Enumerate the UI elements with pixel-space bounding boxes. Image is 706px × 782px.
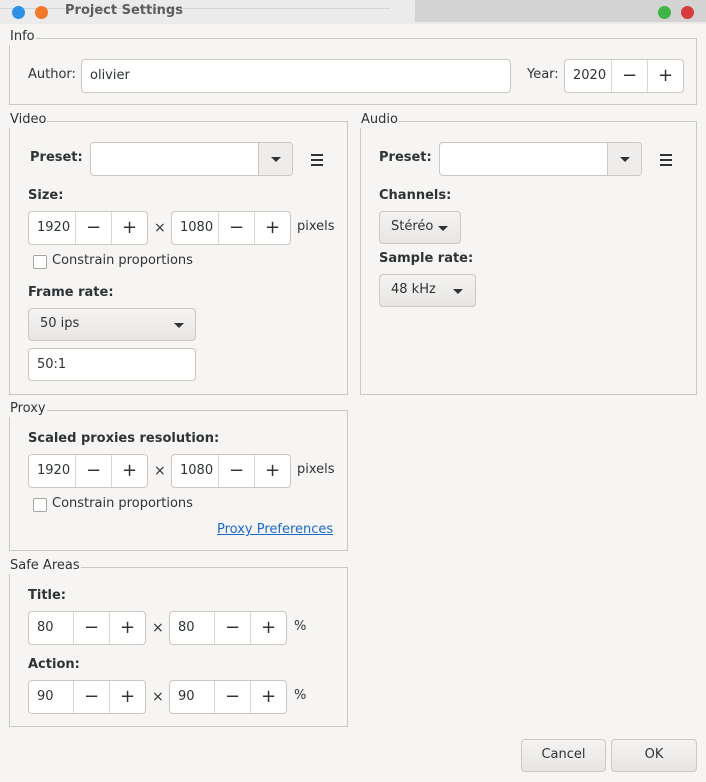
video-size-unit: pixels <box>297 219 335 234</box>
video-preset-combo[interactable] <box>90 142 293 176</box>
safe-title-width-increment-button[interactable]: + <box>109 612 145 644</box>
chevron-down-icon <box>620 157 630 162</box>
proxy-width-value[interactable]: 1920 <box>29 455 75 487</box>
proxy-size-unit: pixels <box>297 462 335 477</box>
proxy-preferences-link[interactable]: Proxy Preferences <box>217 522 333 538</box>
proxy-width-spinbox[interactable]: 1920 − + <box>28 454 148 488</box>
proxy-constrain-label[interactable]: Constrain proportions <box>52 496 193 512</box>
proxy-width-increment-button[interactable]: + <box>111 455 147 487</box>
chevron-down-icon <box>174 323 184 328</box>
safe-action-width-spinbox[interactable]: 90 − + <box>28 680 146 714</box>
safe-title-width-value[interactable]: 80 <box>29 612 73 644</box>
video-size-label: Size: <box>28 188 64 203</box>
safe-action-height-decrement-button[interactable]: − <box>214 681 250 713</box>
proxy-section-label: Proxy <box>9 401 47 417</box>
video-preset-dropdown-button[interactable] <box>258 143 292 175</box>
video-height-value[interactable]: 1080 <box>172 212 218 244</box>
audio-preset-combo[interactable] <box>439 142 642 176</box>
proxy-height-decrement-button[interactable]: − <box>218 455 254 487</box>
safe-action-label: Action: <box>28 657 80 672</box>
close-window-button[interactable] <box>681 6 694 19</box>
safe-title-unit: % <box>294 619 307 634</box>
safe-title-times: × <box>152 620 164 636</box>
video-constrain-checkbox[interactable] <box>33 255 47 269</box>
audio-preset-dropdown-button[interactable] <box>607 143 641 175</box>
title-bar: Project Settings <box>0 0 706 24</box>
safe-title-height-value[interactable]: 80 <box>170 612 214 644</box>
safe-action-height-increment-button[interactable]: + <box>250 681 286 713</box>
proxy-height-value[interactable]: 1080 <box>172 455 218 487</box>
safe-action-width-increment-button[interactable]: + <box>109 681 145 713</box>
chevron-down-icon <box>271 157 281 162</box>
sample-rate-dropdown[interactable]: 48 kHz <box>379 274 476 307</box>
safe-title-height-spinbox[interactable]: 80 − + <box>169 611 287 645</box>
year-increment-button[interactable]: + <box>647 60 683 92</box>
safe-action-unit: % <box>294 688 307 703</box>
frame-rate-ratio-input[interactable]: 50:1 <box>28 348 196 381</box>
safe-action-height-spinbox[interactable]: 90 − + <box>169 680 287 714</box>
chevron-down-icon <box>453 289 463 294</box>
author-input[interactable]: olivier <box>81 59 511 93</box>
video-preset-menu-icon[interactable] <box>311 154 323 169</box>
safe-title-label: Title: <box>28 588 67 603</box>
channels-label: Channels: <box>379 188 452 203</box>
sample-rate-value[interactable]: 48 kHz <box>391 275 436 305</box>
ok-button[interactable]: OK <box>611 739 697 772</box>
proxy-constrain-checkbox[interactable] <box>33 498 47 512</box>
minimize-window-button[interactable] <box>12 6 25 19</box>
year-decrement-button[interactable]: − <box>611 60 647 92</box>
video-size-times: × <box>154 220 166 236</box>
zoom-window-button[interactable] <box>658 6 671 19</box>
audio-section-label: Audio <box>360 112 399 128</box>
video-width-increment-button[interactable]: + <box>111 212 147 244</box>
year-spinbox[interactable]: 2020 − + <box>564 59 684 93</box>
background-window-edge <box>0 8 390 9</box>
video-height-spinbox[interactable]: 1080 − + <box>171 211 291 245</box>
info-section-label: Info <box>9 29 36 45</box>
video-width-decrement-button[interactable]: − <box>75 212 111 244</box>
safe-action-height-value[interactable]: 90 <box>170 681 214 713</box>
year-value[interactable]: 2020 <box>565 60 611 92</box>
safe-action-times: × <box>152 689 164 705</box>
safe-title-height-increment-button[interactable]: + <box>250 612 286 644</box>
safe-action-width-value[interactable]: 90 <box>29 681 73 713</box>
sample-rate-label: Sample rate: <box>379 251 474 266</box>
video-width-value[interactable]: 1920 <box>29 212 75 244</box>
video-width-spinbox[interactable]: 1920 − + <box>28 211 148 245</box>
video-section-label: Video <box>9 112 48 128</box>
proxy-resolution-label: Scaled proxies resolution: <box>28 431 220 446</box>
frame-rate-label: Frame rate: <box>28 285 114 300</box>
video-height-increment-button[interactable]: + <box>254 212 290 244</box>
video-constrain-label[interactable]: Constrain proportions <box>52 253 193 269</box>
frame-rate-value[interactable]: 50 ips <box>40 309 79 339</box>
proxy-width-decrement-button[interactable]: − <box>75 455 111 487</box>
cancel-button[interactable]: Cancel <box>521 739 606 772</box>
channels-dropdown[interactable]: Stéréo <box>379 211 461 244</box>
proxy-height-increment-button[interactable]: + <box>254 455 290 487</box>
proxy-size-times: × <box>154 463 166 479</box>
safe-action-width-decrement-button[interactable]: − <box>73 681 109 713</box>
video-preset-label: Preset: <box>30 150 83 165</box>
window-title: Project Settings <box>65 3 183 18</box>
channels-value[interactable]: Stéréo <box>391 212 433 242</box>
audio-preset-label: Preset: <box>379 150 432 165</box>
audio-preset-menu-icon[interactable] <box>660 154 672 169</box>
proxy-height-spinbox[interactable]: 1080 − + <box>171 454 291 488</box>
frame-rate-dropdown[interactable]: 50 ips <box>28 308 196 341</box>
safe-title-width-spinbox[interactable]: 80 − + <box>28 611 146 645</box>
safe-areas-section-label: Safe Areas <box>9 558 81 574</box>
maximize-window-button[interactable] <box>35 6 48 19</box>
year-label: Year: <box>527 67 559 82</box>
safe-title-width-decrement-button[interactable]: − <box>73 612 109 644</box>
video-height-decrement-button[interactable]: − <box>218 212 254 244</box>
author-label: Author: <box>28 67 76 82</box>
chevron-down-icon <box>438 226 448 231</box>
safe-title-height-decrement-button[interactable]: − <box>214 612 250 644</box>
